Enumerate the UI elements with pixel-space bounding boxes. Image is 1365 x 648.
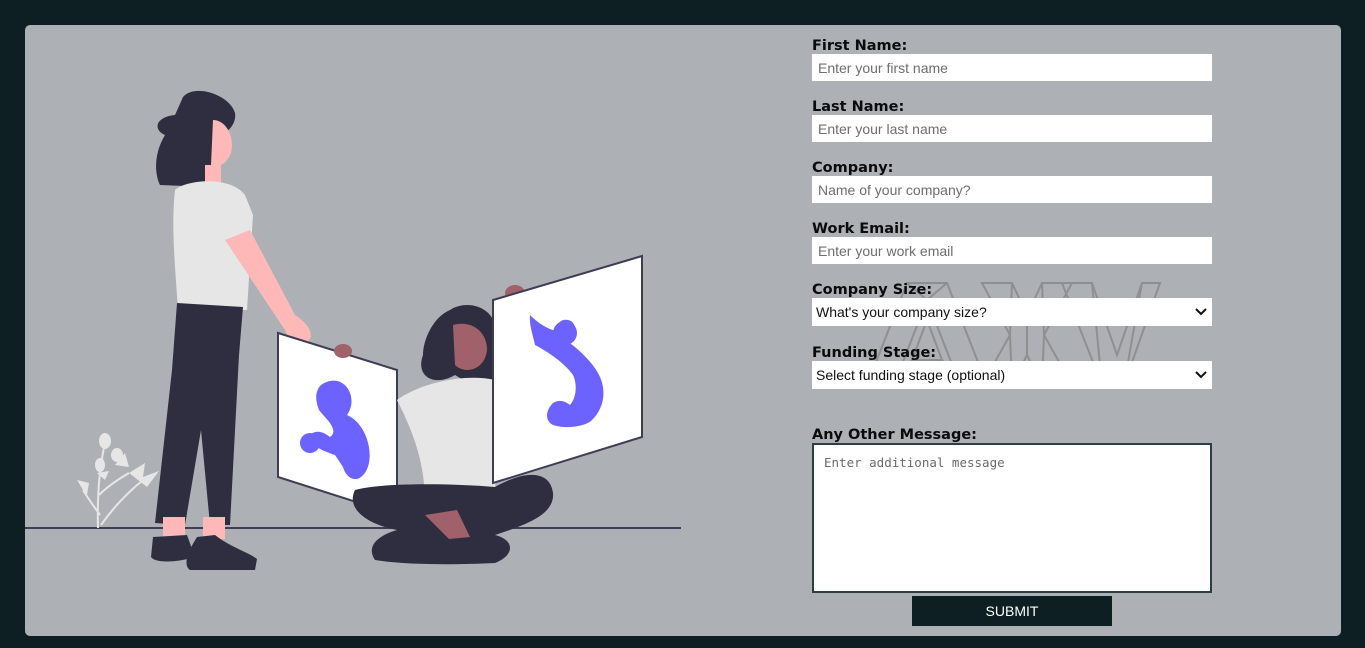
work-email-input[interactable] — [812, 237, 1212, 264]
message-label: Any Other Message: — [812, 427, 977, 443]
plant-icon — [77, 433, 159, 529]
submit-button[interactable]: SUBMIT — [912, 596, 1112, 626]
message-textarea[interactable] — [812, 443, 1212, 593]
first-name-label: First Name: — [812, 38, 908, 54]
main-panel: First Name: Last Name: Company: Work Ema… — [25, 25, 1341, 636]
chevron-down-icon — [1194, 368, 1208, 382]
work-email-label: Work Email: — [812, 221, 910, 237]
company-input[interactable] — [812, 176, 1212, 203]
standing-woman — [151, 90, 311, 570]
last-name-input[interactable] — [812, 115, 1212, 142]
last-name-label: Last Name: — [812, 99, 905, 115]
funding-stage-label: Funding Stage: — [812, 345, 937, 361]
company-size-select[interactable]: What's your company size? — [812, 298, 1212, 326]
people-with-canvases-illustration — [25, 90, 681, 570]
company-size-label: Company Size: — [812, 282, 933, 298]
chevron-down-icon — [1194, 305, 1208, 319]
contact-form: First Name: Last Name: Company: Work Ema… — [812, 25, 1232, 636]
company-label: Company: — [812, 160, 894, 176]
funding-stage-selected-value: Select funding stage (optional) — [816, 367, 1006, 383]
funding-stage-select[interactable]: Select funding stage (optional) — [812, 361, 1212, 389]
first-name-input[interactable] — [812, 54, 1212, 81]
company-size-selected-value: What's your company size? — [816, 304, 987, 320]
